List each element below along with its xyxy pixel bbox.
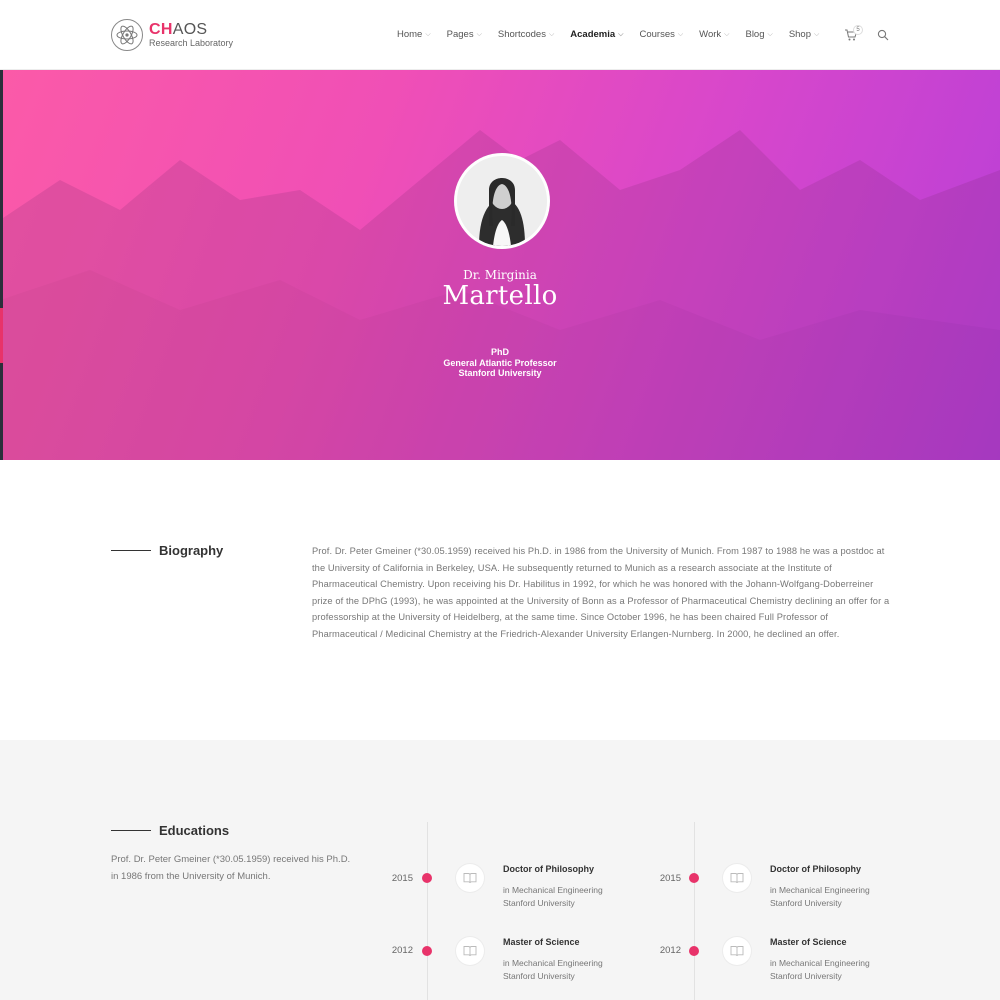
nav-item-shortcodes[interactable]: Shortcodes ⌵ — [498, 29, 554, 40]
section-divider — [111, 550, 151, 551]
book-icon — [456, 864, 484, 892]
chevron-down-icon: ⌵ — [724, 30, 730, 38]
timeline-degree: Doctor of Philosophy — [770, 864, 861, 874]
section-divider — [111, 830, 151, 831]
profile-avatar — [454, 153, 550, 249]
chevron-down-icon: ⌵ — [814, 30, 820, 38]
timeline-year: 2015 — [391, 873, 413, 884]
nav-item-shop[interactable]: Shop ⌵ — [789, 29, 820, 40]
profile-title-prefix: Dr. Mirginia — [463, 268, 537, 282]
chevron-down-icon: ⌵ — [476, 30, 482, 38]
credential-position: General Atlantic Professor — [443, 357, 557, 368]
cart-count-badge: 5 — [853, 25, 863, 35]
chevron-down-icon: ⌵ — [767, 30, 773, 38]
educations-title: Educations — [159, 823, 230, 838]
nav-item-work[interactable]: Work ⌵ — [699, 29, 729, 40]
timeline-degree: Master of Science — [770, 937, 847, 947]
educations-intro: Prof. Dr. Peter Gmeiner (*30.05.1959) re… — [111, 854, 351, 882]
search-icon[interactable] — [877, 28, 889, 41]
logo-name: CHAOS — [149, 21, 208, 38]
timeline-details: in Mechanical Engineering Stanford Unive… — [770, 958, 870, 981]
book-icon — [723, 937, 751, 965]
timeline-dot — [422, 946, 432, 956]
timeline-dot — [689, 873, 699, 883]
credential-institution: Stanford University — [458, 368, 542, 378]
timeline-degree: Doctor of Philosophy — [503, 864, 594, 874]
profile-hero: Dr. Mirginia Martello PhD General Atlant… — [0, 70, 1000, 460]
credential-degree: PhD — [491, 347, 509, 357]
biography-title: Biography — [159, 543, 224, 558]
timeline-line — [427, 822, 428, 1000]
timeline-line — [694, 822, 695, 1000]
nav-item-blog[interactable]: Blog ⌵ — [745, 29, 772, 40]
chevron-down-icon: ⌵ — [677, 30, 684, 38]
atom-icon — [111, 19, 143, 51]
profile-name: Martello — [442, 281, 558, 311]
timeline-year: 2012 — [659, 945, 681, 956]
chevron-down-icon: ⌵ — [548, 30, 555, 38]
nav-item-academia[interactable]: Academia ⌵ — [570, 29, 623, 40]
logo[interactable]: CHAOS Research Laboratory — [111, 19, 233, 51]
timeline-details: in Mechanical Engineering Stanford Unive… — [503, 885, 603, 908]
timeline-dot — [422, 873, 432, 883]
chevron-down-icon: ⌵ — [425, 30, 431, 38]
mountain-background — [0, 130, 1000, 460]
timeline-details: in Mechanical Engineering Stanford Unive… — [770, 885, 870, 908]
timeline-dot — [689, 946, 699, 956]
main-nav: Home ⌵ Pages ⌵ Shortcodes ⌵ Academia ⌵ Cours… — [397, 29, 835, 40]
timeline-year: 2015 — [659, 873, 681, 884]
nav-item-courses[interactable]: Courses ⌵ — [639, 29, 683, 40]
book-icon — [723, 864, 751, 892]
logo-subtitle: Research Laboratory — [149, 38, 234, 48]
site-header: CHAOS Research Laboratory Home ⌵ Pages ⌵ S… — [0, 0, 1000, 70]
timeline-year: 2012 — [391, 945, 413, 956]
educations-section: Educations Prof. Dr. Peter Gmeiner (*30.… — [0, 740, 1000, 1000]
book-icon — [456, 937, 484, 965]
timeline-degree: Master of Science — [503, 937, 580, 947]
biography-section: Biography Prof. Dr. Peter Gmeiner (*30.0… — [0, 460, 1000, 740]
chevron-down-icon: ⌵ — [618, 30, 624, 38]
nav-item-pages[interactable]: Pages ⌵ — [447, 29, 482, 40]
biography-text: Prof. Dr. Peter Gmeiner (*30.05.1959) re… — [312, 546, 890, 639]
timeline-details: in Mechanical Engineering Stanford Unive… — [503, 958, 603, 981]
nav-item-home[interactable]: Home ⌵ — [397, 29, 431, 40]
profile-credentials: PhD General Atlantic Professor Stanford … — [0, 347, 1000, 379]
